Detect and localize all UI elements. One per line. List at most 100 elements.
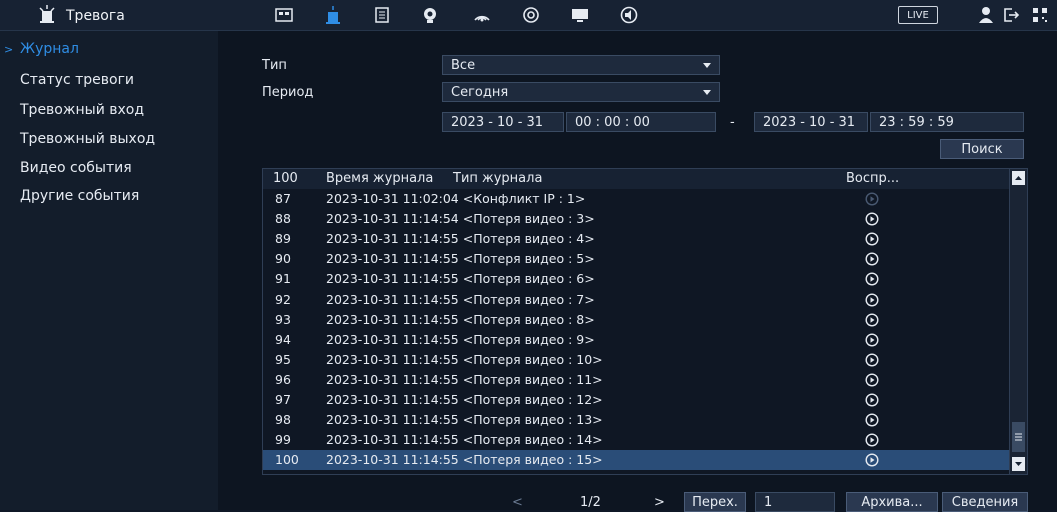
end-date-field[interactable]: 2023 - 10 - 31 — [754, 112, 868, 132]
prev-page-button[interactable]: < — [512, 495, 523, 510]
display-icon[interactable] — [570, 5, 590, 25]
sidebar-item-alarm-status[interactable]: Статус тревоги — [20, 72, 134, 88]
column-log-type[interactable]: Тип журнала — [453, 171, 542, 186]
row-log-entry: 2023-10-31 11:14:55 <Потеря видео : 5> — [326, 251, 595, 267]
qr-code-icon[interactable] — [1030, 5, 1050, 25]
table-header: 100 Время журнала Тип журнала Воспр... — [263, 169, 1011, 189]
row-number: 91 — [275, 271, 291, 287]
table-row[interactable]: 100 2023-10-31 11:14:55 <Потеря видео : 1… — [263, 450, 1011, 471]
sidebar-item-log[interactable]: Журнал — [20, 41, 79, 57]
video-manager-icon[interactable] — [274, 5, 294, 25]
top-bar: Тревога LIVE — [0, 0, 1057, 31]
table-row[interactable]: 94 2023-10-31 11:14:55 <Потеря видео : 9> — [263, 330, 1011, 350]
table-row[interactable]: 97 2023-10-31 11:14:55 <Потеря видео : 12… — [263, 390, 1011, 410]
row-number: 97 — [275, 392, 291, 407]
table-row[interactable]: 91 2023-10-31 11:14:55 <Потеря видео : 6> — [263, 269, 1011, 289]
system-icon[interactable] — [521, 5, 541, 25]
row-number: 93 — [275, 311, 291, 327]
user-icon[interactable] — [976, 5, 996, 25]
alarm-icon — [38, 5, 56, 27]
play-icon[interactable] — [865, 292, 879, 307]
row-number: 89 — [275, 231, 291, 247]
column-log-time[interactable]: Время журнала — [326, 171, 433, 186]
table-row[interactable]: 89 2023-10-31 11:14:55 <Потеря видео : 4> — [263, 229, 1011, 249]
active-indicator-icon: > — [4, 43, 14, 56]
audio-icon[interactable] — [619, 5, 639, 25]
table-row[interactable]: 90 2023-10-31 11:14:55 <Потеря видео : 5> — [263, 249, 1011, 269]
play-icon[interactable] — [865, 192, 879, 206]
row-log-entry: 2023-10-31 11:14:55 <Потеря видео : 4> — [326, 231, 595, 247]
table-row[interactable]: 87 2023-10-31 11:02:04 <Конфликт IP : 1> — [263, 189, 1011, 209]
goto-page-button[interactable]: Перех. — [684, 492, 746, 512]
sidebar: > Журнал Статус тревоги Тревожный вход Т… — [0, 31, 218, 510]
sidebar-item-video-events[interactable]: Видео события — [20, 160, 132, 176]
row-number: 88 — [275, 211, 291, 227]
chevron-down-icon — [703, 90, 711, 95]
row-number: 92 — [275, 291, 291, 307]
type-select[interactable]: Все — [442, 55, 720, 75]
start-time-value: 00 : 00 : 00 — [575, 114, 650, 130]
end-time-value: 23 : 59 : 59 — [879, 114, 954, 130]
scroll-up-button[interactable] — [1012, 171, 1025, 185]
play-icon[interactable] — [865, 453, 879, 467]
table-row[interactable]: 96 2023-10-31 11:14:55 <Потеря видео : 11… — [263, 370, 1011, 390]
row-log-entry: 2023-10-31 11:14:54 <Потеря видео : 3> — [326, 211, 595, 227]
log-table: 100 Время журнала Тип журнала Воспр... 8… — [262, 168, 1028, 475]
play-icon[interactable] — [865, 252, 879, 266]
play-icon[interactable] — [865, 393, 879, 407]
sidebar-item-alarm-output[interactable]: Тревожный выход — [20, 131, 155, 147]
scroll-thumb[interactable] — [1012, 422, 1025, 452]
ai-icon[interactable] — [420, 5, 440, 25]
type-label: Тип — [262, 58, 287, 73]
storage-icon[interactable] — [372, 5, 392, 25]
table-row[interactable]: 93 2023-10-31 11:14:55 <Потеря видео : 8> — [263, 310, 1011, 330]
row-log-entry: 2023-10-31 11:14:55 <Потеря видео : 15> — [326, 452, 603, 468]
row-number: 90 — [275, 251, 291, 267]
details-button[interactable]: Сведения — [942, 492, 1028, 512]
range-separator: - — [730, 115, 735, 130]
row-log-entry: 2023-10-31 11:14:55 <Потеря видео : 14> — [326, 432, 603, 448]
start-time-field[interactable]: 00 : 00 : 00 — [566, 112, 716, 132]
play-icon[interactable] — [865, 333, 879, 347]
end-date-value: 2023 - 10 - 31 — [763, 114, 856, 130]
play-icon[interactable] — [865, 413, 879, 427]
row-log-entry: 2023-10-31 11:14:55 <Потеря видео : 6> — [326, 271, 595, 287]
end-time-field[interactable]: 23 : 59 : 59 — [870, 112, 1024, 132]
row-log-entry: 2023-10-31 11:14:55 <Потеря видео : 11> — [326, 371, 603, 387]
archive-button[interactable]: Архива... — [846, 492, 938, 512]
goto-page-input[interactable]: 1 — [755, 492, 835, 512]
type-select-value: Все — [451, 57, 476, 73]
play-icon[interactable] — [865, 232, 879, 246]
row-number: 96 — [275, 371, 291, 387]
row-log-entry: 2023-10-31 11:14:55 <Потеря видео : 10> — [326, 351, 603, 367]
table-row[interactable]: 98 2023-10-31 11:14:55 <Потеря видео : 13… — [263, 410, 1011, 430]
play-icon[interactable] — [865, 353, 879, 367]
sidebar-item-alarm-input[interactable]: Тревожный вход — [20, 102, 144, 118]
scroll-down-button[interactable] — [1012, 457, 1025, 471]
search-button[interactable]: Поиск — [940, 139, 1024, 159]
play-icon[interactable] — [865, 272, 879, 286]
alarm-tab-icon[interactable] — [323, 5, 343, 25]
play-icon[interactable] — [865, 373, 879, 387]
live-button[interactable]: LIVE — [898, 6, 938, 24]
table-row[interactable]: 99 2023-10-31 11:14:55 <Потеря видео : 14… — [263, 430, 1011, 450]
chevron-down-icon — [703, 63, 711, 68]
row-log-entry: 2023-10-31 11:14:55 <Потеря видео : 12> — [326, 392, 603, 407]
row-log-entry: 2023-10-31 11:14:55 <Потеря видео : 8> — [326, 311, 595, 327]
play-icon[interactable] — [865, 212, 879, 226]
period-select[interactable]: Сегодня — [442, 82, 720, 102]
start-date-field[interactable]: 2023 - 10 - 31 — [442, 112, 564, 132]
table-row[interactable]: 92 2023-10-31 11:14:55 <Потеря видео : 7> — [263, 290, 1011, 310]
table-row[interactable]: 95 2023-10-31 11:14:55 <Потеря видео : 10… — [263, 350, 1011, 370]
brand: Тревога — [38, 5, 125, 27]
play-icon[interactable] — [865, 313, 879, 327]
next-page-button[interactable]: > — [654, 495, 665, 510]
table-scrollbar[interactable] — [1009, 169, 1027, 474]
sidebar-item-other-events[interactable]: Другие события — [20, 188, 139, 204]
row-number: 99 — [275, 432, 291, 448]
table-row[interactable]: 88 2023-10-31 11:14:54 <Потеря видео : 3> — [263, 209, 1011, 229]
network-icon[interactable] — [472, 5, 492, 25]
column-playback[interactable]: Воспр... — [846, 171, 899, 186]
play-icon[interactable] — [865, 433, 879, 447]
logout-icon[interactable] — [1001, 5, 1021, 25]
